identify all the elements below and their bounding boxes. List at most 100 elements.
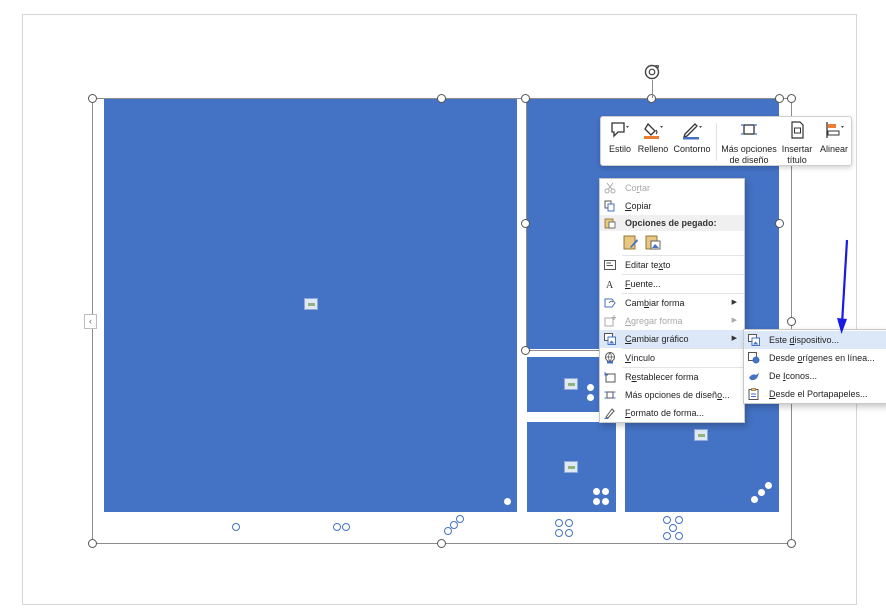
submenu-item-online[interactable]: Desde orígenes en línea...: [744, 349, 886, 367]
fill-bucket-icon: [644, 122, 663, 139]
outline-label: Contorno: [673, 144, 711, 154]
edit-text-pre: Editar te: [625, 260, 659, 270]
change-graphic-icon: [604, 333, 616, 345]
fill-button[interactable]: Relleno: [637, 120, 669, 164]
change-graphic-post: ambiar gráfico: [631, 334, 689, 344]
icons-bird-icon: [749, 373, 759, 381]
style-icon: [611, 122, 629, 138]
add-shape-icon: [604, 315, 616, 327]
resize-handle-sw[interactable]: [88, 539, 97, 548]
device-icon: [748, 334, 760, 346]
annotation-arrow-icon: [837, 239, 849, 334]
more-layout-line2: de diseño: [729, 155, 769, 165]
format-shape-icon: [604, 408, 615, 419]
resize-handle-e[interactable]: [787, 317, 796, 326]
rotate-connector: [652, 80, 653, 98]
add-shape-post: gregar forma: [631, 316, 683, 326]
menu-item-cut[interactable]: Cortar: [600, 179, 744, 197]
change-graphic-submenu: Este dispositivo... Desde orígenes en lí…: [743, 329, 886, 404]
menu-item-copy[interactable]: Copiar: [600, 197, 744, 215]
paste-options-header: Opciones de pegado:: [600, 215, 744, 231]
style-label: Estilo: [608, 144, 631, 154]
menu-item-more-layout-options[interactable]: Más opciones de diseño...: [600, 386, 744, 404]
fill-label: Relleno: [637, 144, 669, 154]
style-button[interactable]: Estilo: [605, 120, 635, 164]
cut-post: tar: [639, 183, 651, 193]
svg-text:A: A: [606, 280, 614, 290]
online-post: rígenes en línea...: [802, 353, 875, 363]
outline-pen-icon: [682, 123, 702, 140]
shape-handle-w[interactable]: [521, 219, 530, 228]
icons-pre: De: [769, 371, 784, 381]
font-icon: A: [606, 280, 614, 290]
resize-handle-se[interactable]: [787, 539, 796, 548]
layout-options-icon: [741, 124, 757, 135]
font-post: uente...: [630, 279, 661, 289]
reset-shape-icon: [604, 372, 616, 383]
cut-pre: Co: [625, 183, 637, 193]
insert-title-line2: título: [787, 155, 807, 165]
resize-handle-s[interactable]: [437, 539, 446, 548]
menu-item-change-graphic[interactable]: Cambiar gráfico ▶: [600, 330, 744, 348]
clipboard-post: esde el Portapapeles...: [775, 389, 868, 399]
insert-title-line1: Insertar: [781, 144, 813, 154]
edit-text-icon: [604, 260, 616, 270]
more-layout-line1: Más opciones: [721, 144, 777, 154]
edit-text-post: to: [663, 260, 671, 270]
layout-options-icon: [604, 391, 616, 399]
submenu-arrow-icon: ▶: [731, 335, 737, 342]
resize-handle-n[interactable]: [437, 94, 446, 103]
shape-handle-e[interactable]: [775, 219, 784, 228]
context-menu: Cortar Copiar Opciones de pegado: Editar…: [599, 178, 745, 423]
submenu-item-this-device[interactable]: Este dispositivo...: [744, 331, 886, 349]
change-shape-post: iar forma: [649, 298, 685, 308]
text-pane-toggle[interactable]: ‹: [84, 314, 97, 329]
icons-post: conos...: [785, 371, 818, 381]
menu-item-font[interactable]: A Fuente...: [600, 275, 744, 293]
menu-item-link[interactable]: Vínculo: [600, 349, 744, 367]
copy-icon: [604, 200, 615, 212]
paste-header-label: Opciones de pegado:: [625, 218, 717, 228]
paste-icon: [604, 218, 616, 229]
submenu-item-icons[interactable]: De Iconos...: [744, 367, 886, 385]
insert-title-icon: [791, 121, 804, 139]
more-layout-options-button[interactable]: Más opciones de diseño: [721, 120, 777, 165]
menu-item-format-shape[interactable]: Formato de forma...: [600, 404, 744, 422]
format-shape-post: ormato de forma...: [630, 408, 705, 418]
online-pre: Desde: [769, 353, 798, 363]
shape-handle-sw[interactable]: [521, 346, 530, 355]
align-button[interactable]: Alinear: [817, 120, 851, 164]
online-icon: [748, 352, 760, 364]
paste-keep-icon: [623, 235, 638, 250]
reset-shape-post: stablecer forma: [636, 372, 699, 382]
paste-picture-icon: [645, 235, 661, 250]
shape-handle-ne[interactable]: [775, 94, 784, 103]
outline-button[interactable]: Contorno: [671, 120, 713, 164]
change-shape-icon: [604, 298, 616, 308]
resize-handle-ne[interactable]: [787, 94, 796, 103]
menu-item-change-shape[interactable]: Cambiar forma ▶: [600, 294, 744, 312]
paste-picture-button[interactable]: [644, 233, 664, 253]
align-label: Alinear: [819, 144, 848, 154]
link-icon: [605, 352, 615, 364]
rotate-handle-icon[interactable]: [643, 63, 661, 81]
menu-item-add-shape[interactable]: Agregar forma ▶: [600, 312, 744, 330]
toolbar-separator: [716, 123, 717, 161]
submenu-arrow-icon: ▶: [731, 299, 737, 306]
align-icon: [826, 122, 844, 138]
copy-post: opiar: [631, 201, 652, 211]
change-shape-pre: Cam: [625, 298, 645, 308]
shape-handle-nw[interactable]: [521, 94, 530, 103]
menu-item-edit-text[interactable]: Editar texto: [600, 256, 744, 274]
paste-keep-button[interactable]: [622, 233, 642, 253]
slide-editor-stage: ‹ Estilo Relleno Contorno Más opciones d…: [0, 0, 886, 611]
insert-title-button[interactable]: Insertar título: [779, 120, 815, 165]
submenu-arrow-icon: ▶: [731, 317, 737, 324]
scissors-icon: [604, 182, 616, 194]
submenu-item-clipboard[interactable]: Desde el Portapapeles...: [744, 385, 886, 403]
link-post: ínculo: [631, 353, 656, 363]
more-layout-pre: Más opciones de diseñ: [625, 390, 718, 400]
resize-handle-nw[interactable]: [88, 94, 97, 103]
this-device-post: ispositivo...: [794, 335, 840, 345]
menu-item-reset-shape[interactable]: Restablecer forma: [600, 368, 744, 386]
